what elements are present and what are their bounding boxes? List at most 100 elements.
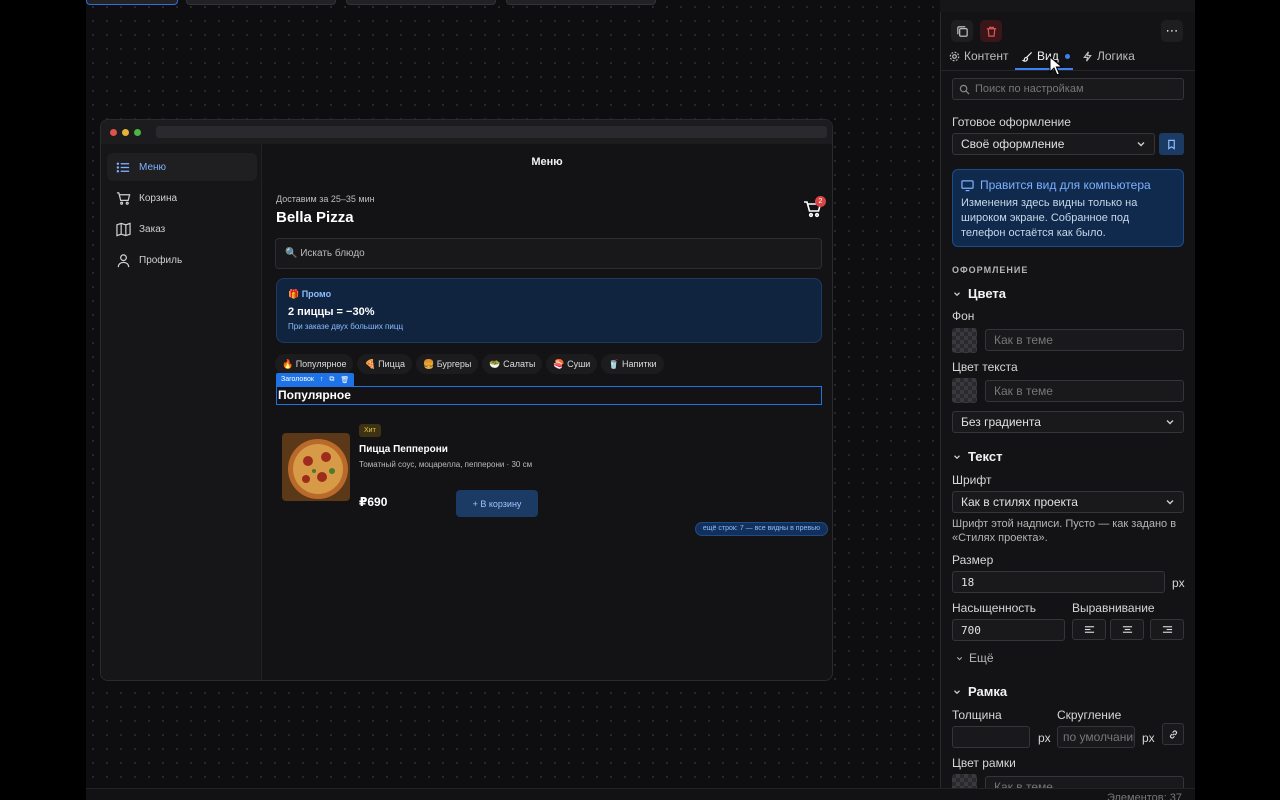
brush-icon bbox=[1022, 51, 1033, 62]
tabs-divider bbox=[941, 70, 1195, 71]
cart-icon bbox=[116, 191, 131, 205]
border-color-input[interactable]: Как в теме bbox=[985, 776, 1184, 788]
weight-input[interactable]: 700 bbox=[952, 619, 1065, 641]
map-icon bbox=[116, 222, 131, 236]
maximize-dot bbox=[134, 128, 141, 136]
copy-button[interactable] bbox=[951, 20, 973, 42]
delete-icon[interactable]: 🗑 bbox=[340, 376, 349, 384]
move-up-icon[interactable]: ↑ bbox=[320, 376, 324, 383]
info-box: Правится вид для компьютера Изменения зд… bbox=[952, 169, 1184, 247]
save-preset-button[interactable] bbox=[1159, 133, 1184, 155]
top-tab-strip bbox=[86, 0, 940, 5]
radius-label: Скругление bbox=[1057, 708, 1122, 722]
gradient-select[interactable]: Без градиента bbox=[952, 411, 1184, 433]
selection-toolbar: Заголовок ↑ ⧉ 🗑 bbox=[276, 373, 355, 386]
preset-value: Своё оформление bbox=[961, 137, 1065, 151]
right-gutter bbox=[1195, 0, 1280, 800]
settings-search-input[interactable]: Поиск по настройкам bbox=[952, 78, 1184, 100]
delete-button[interactable] bbox=[980, 20, 1002, 42]
font-label: Шрифт bbox=[952, 473, 992, 487]
bg-color-swatch[interactable] bbox=[952, 328, 977, 353]
top-tab[interactable] bbox=[86, 0, 178, 5]
mouse-cursor-icon bbox=[1049, 56, 1063, 76]
cart-button[interactable]: 2 bbox=[802, 196, 826, 220]
list-icon bbox=[116, 162, 130, 172]
more-rows-badge: ещё строк: 7 — все видны в превью bbox=[694, 522, 828, 536]
minimize-dot bbox=[122, 128, 129, 136]
product-card[interactable]: Хит Пицца Пепперони Томатный соус, моцар… bbox=[276, 419, 556, 519]
text-color-swatch[interactable] bbox=[952, 378, 977, 403]
element-count: Элементов: 37 bbox=[1106, 792, 1182, 800]
chip-pizza[interactable]: 🍕 Пицца bbox=[357, 354, 412, 374]
selected-heading[interactable]: Популярное bbox=[276, 386, 822, 405]
radius-unit: px bbox=[1142, 731, 1155, 745]
chip-popular[interactable]: 🔥 Популярное bbox=[275, 354, 354, 374]
product-description: Томатный соус, моцарелла, пепперони · 30… bbox=[359, 460, 533, 469]
sidebar-item-profile[interactable]: Профиль bbox=[107, 246, 257, 274]
active-dot-icon bbox=[1064, 53, 1070, 59]
sidebar-item-label: Профиль bbox=[139, 254, 183, 266]
top-tab[interactable] bbox=[186, 0, 336, 5]
category-chips: 🔥 Популярное 🍕 Пицца 🍔 Бургеры 🥗 Салаты … bbox=[275, 354, 664, 374]
more-menu-button[interactable]: ⋯ bbox=[1161, 20, 1183, 42]
align-center-icon bbox=[1122, 626, 1132, 633]
bg-label: Фон bbox=[952, 309, 975, 323]
duplicate-icon[interactable]: ⧉ bbox=[329, 376, 334, 384]
colors-group-toggle[interactable]: Цвета bbox=[952, 286, 1006, 301]
font-hint: Шрифт этой надписи. Пусто — как задано в… bbox=[952, 518, 1177, 544]
info-title-row: Правится вид для компьютера bbox=[961, 178, 1175, 192]
promo-subtitle: При заказе двух больших пицц bbox=[288, 322, 404, 331]
sidebar-item-cart[interactable]: Корзина bbox=[107, 184, 257, 212]
chevron-down-icon bbox=[956, 656, 963, 660]
tab-content[interactable]: Контент bbox=[949, 49, 1008, 63]
cart-badge: 2 bbox=[815, 196, 826, 207]
tab-label: Контент bbox=[964, 49, 1009, 63]
chip-sushi[interactable]: 🍣 Суши bbox=[546, 354, 598, 374]
tab-label: Логика bbox=[1097, 49, 1135, 63]
border-width-unit: px bbox=[1038, 731, 1051, 745]
border-group-toggle[interactable]: Рамка bbox=[952, 684, 1007, 699]
text-heading: Текст bbox=[968, 449, 1003, 464]
more-toggle[interactable]: Ещё bbox=[955, 651, 994, 665]
section-title: ОФОРМЛЕНИЕ bbox=[952, 265, 1029, 275]
link-icon bbox=[1169, 729, 1177, 739]
panel-top-strip bbox=[940, 0, 1195, 12]
size-label: Размер bbox=[952, 553, 994, 567]
border-color-label: Цвет рамки bbox=[952, 756, 1016, 770]
preset-select[interactable]: Своё оформление bbox=[952, 133, 1155, 155]
chevron-down-icon bbox=[1137, 142, 1145, 147]
add-to-cart-button[interactable]: + В корзину bbox=[456, 490, 538, 517]
align-right-button[interactable] bbox=[1150, 619, 1184, 640]
promo-tag: 🎁 Промо bbox=[288, 289, 332, 299]
top-tab[interactable] bbox=[506, 0, 656, 5]
gear-icon bbox=[949, 51, 960, 61]
page-title: Меню bbox=[531, 156, 563, 168]
text-group-toggle[interactable]: Текст bbox=[952, 449, 1002, 464]
chip-salads[interactable]: 🥗 Салаты bbox=[482, 354, 543, 374]
text-color-input[interactable]: Как в теме bbox=[985, 380, 1184, 402]
tab-logic[interactable]: Логика bbox=[1082, 49, 1135, 63]
sidebar-item-label: Меню bbox=[139, 161, 167, 173]
gradient-value: Без градиента bbox=[961, 415, 1041, 429]
chip-drinks[interactable]: 🥤 Напитки bbox=[601, 354, 664, 374]
bg-color-input[interactable]: Как в теме bbox=[985, 329, 1184, 351]
preview-sidebar: Меню Корзина Заказ Профиль bbox=[101, 144, 262, 680]
align-left-button[interactable] bbox=[1072, 619, 1106, 640]
radius-input[interactable]: по умолчанию bbox=[1057, 726, 1135, 748]
font-select[interactable]: Как в стилях проекта bbox=[952, 491, 1184, 513]
size-input[interactable]: 18 bbox=[952, 571, 1165, 593]
chip-burgers[interactable]: 🍔 Бургеры bbox=[416, 354, 479, 374]
promo-banner[interactable]: 🎁 Промо 2 пиццы = −30% При заказе двух б… bbox=[276, 278, 822, 343]
border-heading: Рамка bbox=[968, 684, 1008, 699]
chevron-down-icon bbox=[954, 454, 960, 459]
link-radius-button[interactable] bbox=[1162, 723, 1184, 745]
top-tab[interactable] bbox=[346, 0, 496, 5]
preset-label: Готовое оформление bbox=[952, 115, 1071, 129]
dish-search-input[interactable]: 🔍 Искать блюдо bbox=[275, 238, 822, 269]
border-color-swatch[interactable] bbox=[952, 774, 977, 788]
sidebar-item-order[interactable]: Заказ bbox=[107, 215, 257, 243]
sidebar-item-menu[interactable]: Меню bbox=[107, 153, 257, 181]
chevron-down-icon bbox=[1166, 420, 1174, 425]
align-center-button[interactable] bbox=[1110, 619, 1144, 640]
border-width-input[interactable] bbox=[952, 726, 1030, 748]
